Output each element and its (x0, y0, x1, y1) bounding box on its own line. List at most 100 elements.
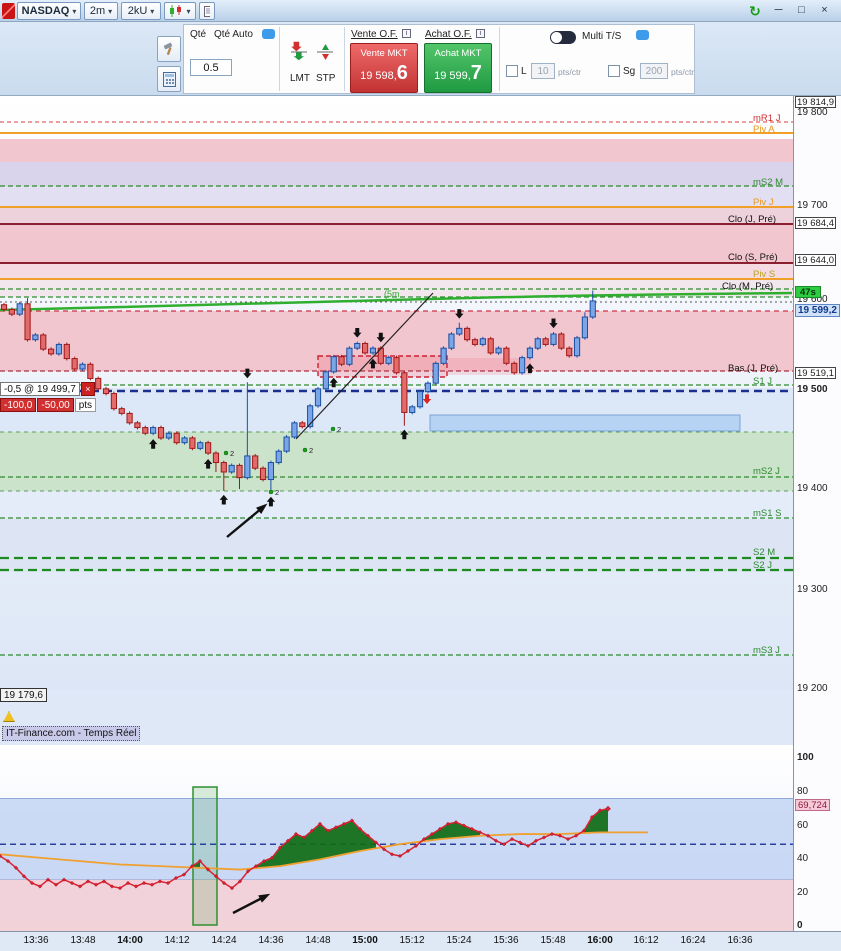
level-label: Clo (J, Pré) (728, 214, 776, 225)
candle (479, 338, 486, 345)
chevron-down-icon: ▾ (150, 6, 155, 16)
limit-order-icon[interactable] (288, 41, 310, 63)
axis-label-current: 19 599,2 (795, 304, 840, 317)
candle (566, 347, 573, 357)
time-axis[interactable]: 13:36 13:48 14:00 14:12 14:24 14:36 14:48 15:00… (0, 931, 841, 951)
qty-auto-label[interactable]: Qté Auto (214, 29, 253, 40)
list-tool-button[interactable] (199, 2, 215, 20)
indicator-panel-svg[interactable] (0, 745, 793, 931)
title-bar: NASDAQ ▾ 2m ▾ 2kU ▾ ▾ ↻ ─ □ × (0, 0, 841, 22)
candle (550, 333, 557, 345)
time-highlight-zone[interactable] (192, 786, 218, 926)
info-icon[interactable]: i (402, 29, 411, 38)
timeframe-dropdown[interactable]: 2m ▾ (84, 2, 118, 20)
candle (126, 412, 133, 424)
candle (526, 347, 534, 359)
axis-label-badge: 19 644,0 (795, 254, 836, 266)
maximize-button[interactable]: □ (791, 3, 812, 19)
sg-value-input[interactable] (640, 63, 668, 79)
l-label: L (521, 66, 527, 77)
axis-label-plain: 60 (797, 820, 809, 831)
sg-checkbox[interactable] (608, 65, 620, 77)
price-band (0, 224, 793, 263)
symbol-label: NASDAQ (21, 5, 70, 17)
candle (63, 343, 70, 360)
level-label: mS2 M (753, 177, 783, 188)
sell-price-last-digit: 6 (396, 62, 408, 84)
price-band (0, 263, 793, 279)
order-panel: Qté Qté Auto LMT STP Vente O.F. i Achat … (183, 24, 695, 94)
candle (573, 337, 581, 357)
time-label: 15:48 (540, 935, 566, 946)
candle (448, 333, 455, 349)
chevron-down-icon: ▾ (108, 6, 113, 16)
sell-market-button[interactable]: Vente MKT 19 598,6 (350, 43, 418, 93)
stp-label[interactable]: STP (316, 73, 335, 84)
sell-of-header[interactable]: Vente O.F. (351, 29, 398, 40)
highlight-zone (429, 414, 741, 432)
axis-label-plain: 19 700 (797, 200, 828, 211)
multi-ts-toggle[interactable] (550, 31, 576, 44)
candle (267, 462, 274, 481)
signal-dot (223, 450, 229, 456)
candle (157, 427, 165, 439)
calculator-button[interactable] (157, 66, 181, 92)
refresh-icon[interactable]: ↻ (746, 2, 764, 20)
tools-button[interactable] (157, 36, 181, 62)
chevron-down-icon: ▾ (186, 6, 191, 16)
qty-input[interactable] (190, 59, 232, 76)
time-label: 15:12 (399, 935, 425, 946)
chart-type-dropdown[interactable]: ▾ (164, 2, 196, 20)
lmt-label[interactable]: LMT (290, 73, 310, 84)
pnl-currency-badge: -100,0 (0, 398, 37, 412)
candle (150, 427, 157, 434)
buy-market-button[interactable]: Achat MKT 19 599,7 (424, 43, 492, 93)
candle (8, 308, 15, 315)
info-icon[interactable]: i (476, 29, 485, 38)
level-label: Piv S (753, 269, 775, 280)
candle (464, 327, 471, 341)
l-value-input[interactable] (531, 63, 555, 79)
candle (95, 377, 102, 390)
indicator-title-label[interactable]: IT-Finance.com - Temps Réel (2, 726, 141, 741)
stop-order-icon[interactable] (314, 41, 336, 63)
close-position-button[interactable]: × (80, 382, 95, 396)
close-button[interactable]: × (814, 3, 835, 19)
candle (71, 358, 78, 370)
candle (228, 464, 235, 473)
candle (189, 437, 196, 449)
price-band (0, 491, 793, 519)
axis-label-bold: 100 (797, 752, 814, 763)
l-checkbox[interactable] (506, 65, 518, 77)
level-label: S1 J (753, 376, 772, 387)
chevron-down-icon: ▾ (72, 6, 77, 16)
candle (471, 339, 479, 345)
axis-label-plain: 40 (797, 853, 809, 864)
time-label: 14:00 (117, 935, 143, 946)
symbol-dropdown[interactable]: NASDAQ ▾ (17, 2, 81, 20)
buy-of-header[interactable]: Achat O.F. (425, 29, 472, 40)
level-label: Clo (S, Pré) (728, 252, 778, 263)
time-label: 16:24 (680, 935, 706, 946)
axis-label-plain: 80 (797, 786, 809, 797)
candle (456, 327, 463, 335)
candle (440, 347, 447, 364)
candle (581, 316, 588, 339)
level-label: Piv J (753, 197, 774, 208)
divider (499, 27, 500, 91)
signal-dot (268, 489, 274, 495)
minimize-button[interactable]: ─ (768, 3, 789, 19)
sg-label: Sg (623, 66, 636, 77)
price-axis[interactable]: 19 814,9 19 800 19 700 19 684,4 19 644,0 19 6… (793, 96, 841, 931)
neutral-band (0, 798, 793, 880)
candle (314, 388, 322, 407)
candle (401, 372, 408, 413)
time-label: 14:36 (258, 935, 284, 946)
time-label: 13:36 (23, 935, 49, 946)
main-chart-svg[interactable]: (5m 2 2 2 2 mR1 JPiv A mS2 M Piv J Clo (J, Pré) C… (0, 96, 793, 745)
candle (212, 452, 220, 464)
candle (252, 455, 259, 469)
signal-dot (330, 426, 336, 432)
candle (495, 347, 502, 354)
units-dropdown[interactable]: 2kU ▾ (121, 2, 161, 20)
